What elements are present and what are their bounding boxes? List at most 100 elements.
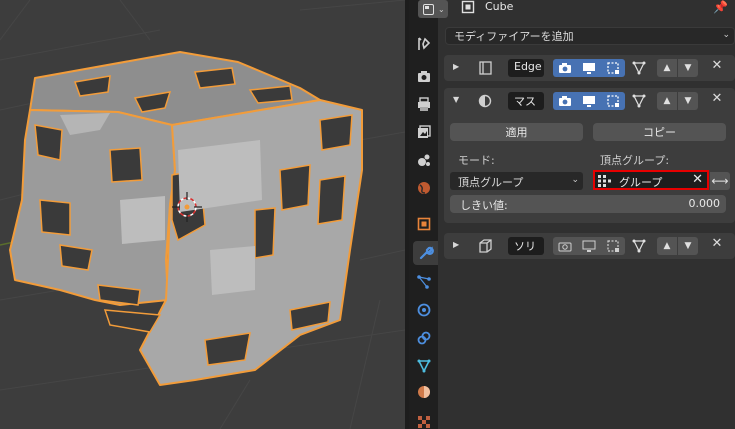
monitor-icon <box>582 240 596 252</box>
constraints-icon <box>417 331 431 345</box>
camera-icon <box>559 96 571 106</box>
modifier-name-field[interactable]: Edge <box>508 59 544 77</box>
view-layer-tab[interactable] <box>412 120 436 144</box>
mask-icon <box>478 94 492 108</box>
render-toggle[interactable] <box>553 92 577 110</box>
3d-viewport[interactable] <box>0 0 405 429</box>
scene-tab[interactable] <box>412 148 436 172</box>
material-icon <box>418 386 430 398</box>
threshold-label: しきい値: <box>460 199 508 212</box>
output-tab[interactable] <box>412 92 436 116</box>
chevron-down-icon: ⌄ <box>438 4 445 14</box>
mode-value: 頂点グループ <box>458 176 524 189</box>
material-tab[interactable] <box>412 380 436 404</box>
disclosure-right-icon[interactable]: ▶ <box>453 62 459 71</box>
cage-toggle[interactable] <box>627 92 651 110</box>
disclosure-down-icon[interactable]: ▼ <box>453 95 459 104</box>
constraints-tab[interactable] <box>412 326 436 350</box>
triangle-down-icon: ▼ <box>684 63 692 73</box>
viewport-canvas[interactable] <box>0 0 405 429</box>
cage-toggle[interactable] <box>627 59 651 77</box>
move-up-button[interactable]: ▲ <box>657 92 677 110</box>
pin-icon[interactable]: 📌 <box>713 0 729 14</box>
tool-icon <box>418 37 431 50</box>
properties-panel: ⌄ Cube 📌 モディファイアーを追加 ⌄ ▶ Edge ▲ ▼ ✕ ▼ マス… <box>418 0 735 429</box>
render-icon <box>418 71 430 82</box>
render-toggle[interactable] <box>553 237 577 255</box>
editor-type-button[interactable]: ⌄ <box>418 0 448 18</box>
viewport-toggle[interactable] <box>577 92 601 110</box>
object-icon <box>417 217 431 231</box>
properties-editor-icon <box>423 3 434 15</box>
object-type-icon <box>461 0 475 14</box>
physics-tab[interactable] <box>412 298 436 322</box>
add-modifier-dropdown[interactable]: モディファイアーを追加 ⌄ <box>445 27 735 45</box>
vertex-group-label: 頂点グループ: <box>600 154 670 167</box>
output-icon <box>418 97 430 111</box>
particles-icon <box>417 275 431 289</box>
vertex-group-icon <box>598 175 611 187</box>
object-name: Cube <box>485 0 514 13</box>
vertex-triangle-icon <box>632 61 646 75</box>
close-icon: ✕ <box>711 236 723 251</box>
triangle-up-icon: ▲ <box>663 96 671 106</box>
cage-toggle[interactable] <box>627 237 651 255</box>
move-down-button[interactable]: ▼ <box>678 237 698 255</box>
editmode-toggle[interactable] <box>601 59 625 77</box>
mode-dropdown[interactable]: 頂点グループ ⌄ <box>450 172 583 190</box>
particles-tab[interactable] <box>412 270 436 294</box>
move-down-button[interactable]: ▼ <box>678 92 698 110</box>
render-toggle[interactable] <box>553 59 577 77</box>
modifier-header[interactable]: ▶ ソリ ▲ ▼ ✕ <box>444 233 735 259</box>
move-down-button[interactable]: ▼ <box>678 59 698 77</box>
vertex-group-field[interactable]: グループ ✕ <box>593 170 709 190</box>
physics-icon <box>417 303 431 317</box>
viewport-toggle[interactable] <box>577 59 601 77</box>
edit-mode-icon <box>607 240 619 252</box>
edit-mode-icon <box>607 62 619 74</box>
copy-button[interactable]: コピー <box>593 123 726 141</box>
tool-tab[interactable] <box>412 32 436 56</box>
view-layer-icon <box>418 125 431 138</box>
close-icon: ✕ <box>711 91 723 106</box>
invert-toggle[interactable]: ⟷ <box>710 172 730 190</box>
editmode-toggle[interactable] <box>601 92 625 110</box>
data-tab[interactable] <box>412 354 436 378</box>
world-tab[interactable] <box>412 176 436 200</box>
object-tab[interactable] <box>412 212 436 236</box>
properties-header: ⌄ Cube 📌 <box>418 0 735 24</box>
close-icon: ✕ <box>711 58 723 73</box>
editmode-toggle[interactable] <box>601 237 625 255</box>
edit-mode-icon <box>607 95 619 107</box>
apply-button[interactable]: 適用 <box>450 123 583 141</box>
viewport-toggle[interactable] <box>577 237 601 255</box>
disclosure-right-icon[interactable]: ▶ <box>453 240 459 249</box>
modifier-header[interactable]: ▶ Edge ▲ ▼ ✕ <box>444 55 735 81</box>
move-up-button[interactable]: ▲ <box>657 59 677 77</box>
world-icon <box>418 182 430 194</box>
wrench-icon <box>419 246 434 260</box>
remove-modifier-button[interactable]: ✕ <box>710 58 724 76</box>
modifier-header[interactable]: ▼ マス ▲ ▼ ✕ <box>444 88 735 114</box>
chevron-down-icon: ⌄ <box>571 175 579 185</box>
mesh-data-icon <box>417 359 431 373</box>
solidify-icon <box>479 239 492 253</box>
clear-icon[interactable]: ✕ <box>692 172 703 187</box>
threshold-slider[interactable]: しきい値: 0.000 <box>450 195 726 213</box>
add-modifier-label: モディファイアーを追加 <box>454 30 574 43</box>
texture-tab[interactable] <box>412 410 436 429</box>
remove-modifier-button[interactable]: ✕ <box>710 236 724 254</box>
modifier-panel-edge: ▶ Edge ▲ ▼ ✕ <box>444 55 735 81</box>
vertex-group-value: グループ <box>619 176 663 189</box>
modifier-name-field[interactable]: マス <box>508 92 544 110</box>
vertex-triangle-icon <box>632 239 646 253</box>
remove-modifier-button[interactable]: ✕ <box>710 91 724 109</box>
render-tab[interactable] <box>412 64 436 88</box>
modifier-panel-mask: ▼ マス ▲ ▼ ✕ 適用 コピー モード: 頂点グループ: 頂点グループ ⌄ <box>444 88 735 223</box>
triangle-up-icon: ▲ <box>663 241 671 251</box>
modifier-name-field[interactable]: ソリ <box>508 237 544 255</box>
modifier-tab[interactable] <box>413 241 438 265</box>
edge-split-icon <box>479 61 492 75</box>
modifier-panel-solidify: ▶ ソリ ▲ ▼ ✕ <box>444 233 735 259</box>
move-up-button[interactable]: ▲ <box>657 237 677 255</box>
